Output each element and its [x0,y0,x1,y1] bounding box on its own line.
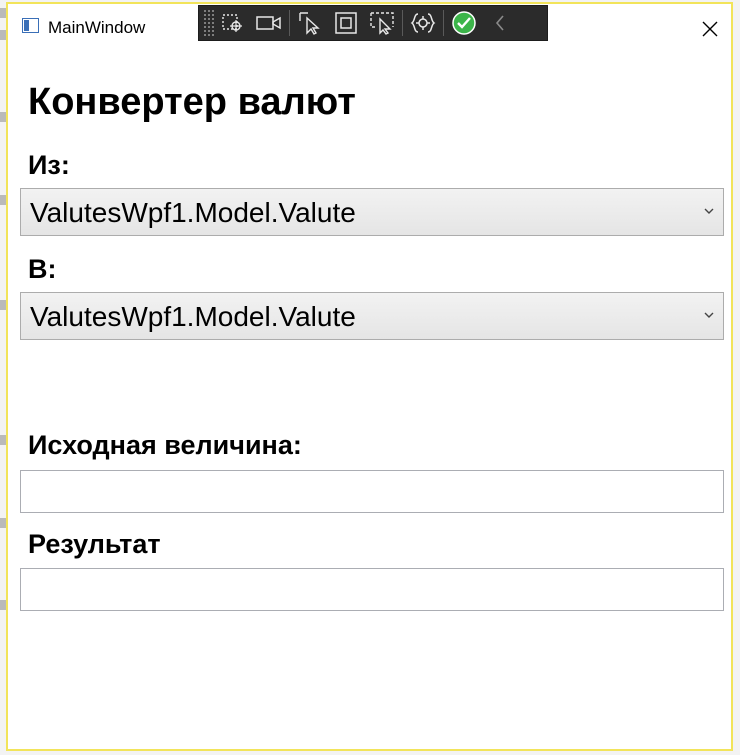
toolbar-separator [443,10,444,36]
chevron-down-icon [704,208,714,214]
amount-label: Исходная величина: [28,430,302,460]
toolbar-grip[interactable] [203,9,215,37]
from-currency-value: ValutesWpf1.Model.Valute [30,197,356,228]
page-title: Конвертер валют [28,81,356,123]
layout-adorner-button[interactable] [328,8,364,38]
collapse-toolbar-button[interactable] [482,8,518,38]
close-icon [702,21,718,37]
pointer-select-button[interactable] [292,8,328,38]
from-currency-combobox[interactable]: ValutesWpf1.Model.Valute [20,188,724,236]
hot-reload-ok-icon [452,11,476,35]
result-label: Результат [28,529,161,559]
layout-adorner-icon [335,12,357,34]
select-element-button[interactable] [215,8,251,38]
amount-input[interactable] [20,470,724,513]
to-currency-combobox[interactable]: ValutesWpf1.Model.Valute [20,292,724,340]
chevron-down-icon [704,312,714,318]
app-window-icon [22,18,39,33]
to-label: В: [28,254,57,284]
to-currency-value: ValutesWpf1.Model.Valute [30,301,356,332]
select-element-icon [222,14,242,32]
close-button[interactable] [693,12,727,46]
result-field[interactable] [20,568,724,611]
window-title: MainWindow [48,18,146,37]
track-focus-button[interactable] [364,8,400,38]
pointer-select-icon [299,12,320,35]
track-focus-icon [370,12,394,35]
toolbar-separator [402,10,403,36]
hot-reload-status-button[interactable] [446,8,482,38]
record-icon [256,16,281,30]
from-label: Из: [28,150,70,180]
toolbar-separator [289,10,290,36]
binding-failures-icon [410,13,436,33]
record-button[interactable] [251,8,287,38]
collapse-icon [495,15,504,31]
binding-failures-button[interactable] [405,8,441,38]
xaml-debug-toolbar [198,5,548,41]
main-window: MainWindow Конвертер валют Из: ValutesWp… [6,2,733,751]
